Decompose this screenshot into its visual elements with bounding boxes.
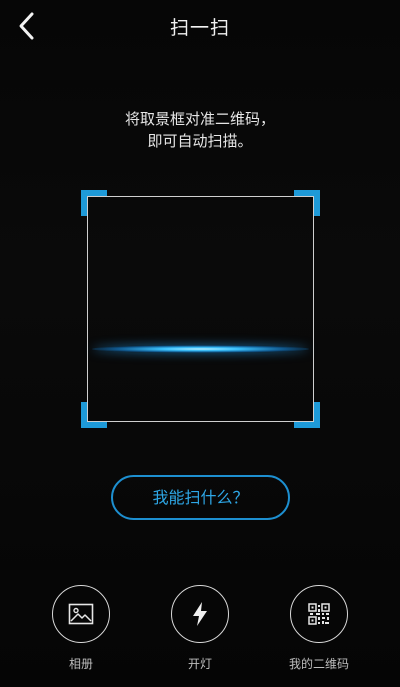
album-label: 相册	[68, 657, 93, 671]
corner-marker-top-right	[294, 190, 320, 216]
album-button[interactable]: 相册	[36, 585, 126, 672]
my-qr-code-button[interactable]: 我的二维码	[274, 585, 364, 672]
flashlight-label: 开灯	[187, 657, 212, 671]
instruction-line-1: 将取景框对准二维码，	[124, 110, 275, 128]
qr-code-icon	[308, 603, 330, 625]
header-bar: 扫一扫	[0, 0, 400, 52]
page-title: 扫一扫	[169, 17, 230, 39]
corner-marker-bottom-right	[294, 402, 320, 428]
corner-marker-top-left	[81, 190, 107, 216]
what-can-i-scan-button[interactable]: 我能扫什么？	[111, 475, 290, 520]
image-icon	[68, 603, 94, 625]
flashlight-button[interactable]: 开灯	[155, 585, 245, 672]
my-qr-code-label: 我的二维码	[288, 657, 349, 671]
flashlight-circle	[171, 585, 229, 643]
my-qr-code-circle	[290, 585, 348, 643]
bottom-action-bar: 相册 开灯 我的二维码	[0, 585, 400, 685]
corner-marker-bottom-left	[81, 402, 107, 428]
scan-page: 扫一扫 将取景框对准二维码， 即可自动扫描。 我能扫什么？ 相册 开灯 我的二维…	[0, 0, 400, 687]
album-circle	[52, 585, 110, 643]
instruction-line-2: 即可自动扫描。	[147, 132, 253, 150]
scan-instructions: 将取景框对准二维码， 即可自动扫描。	[0, 108, 400, 152]
scan-line	[92, 345, 309, 353]
flash-icon	[193, 602, 207, 626]
scan-viewfinder	[81, 190, 320, 428]
